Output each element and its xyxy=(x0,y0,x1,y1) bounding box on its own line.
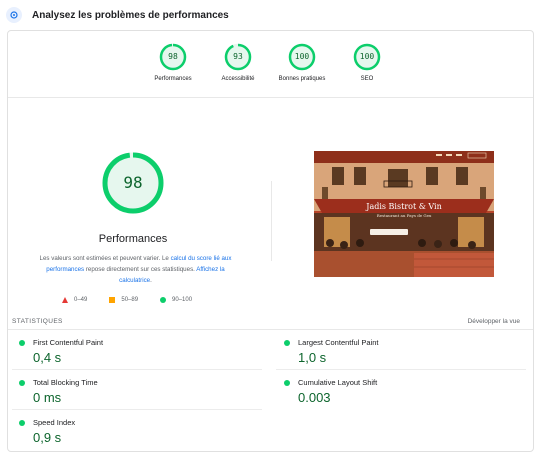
section-title: Analysez les problèmes de performances xyxy=(32,9,229,21)
pass-dot-icon xyxy=(284,380,290,386)
vertical-divider xyxy=(271,181,272,261)
divider xyxy=(8,329,533,330)
legend-pass: 90–100 xyxy=(160,297,192,303)
metric-value: 0 ms xyxy=(33,390,62,405)
report-card: 98 Performances 93 Accessibilité 100 Bon… xyxy=(7,30,534,452)
expand-view-button[interactable]: Développer la vue xyxy=(468,318,520,325)
metric-lcp: Largest Contentful Paint 1,0 s xyxy=(284,337,524,367)
metric-label: First Contentful Paint xyxy=(33,338,104,347)
metric-label: Total Blocking Time xyxy=(33,378,98,387)
metric-fcp: First Contentful Paint 0,4 s xyxy=(19,337,259,367)
main-score-value: 98 xyxy=(123,173,143,192)
metric-value: 0,4 s xyxy=(33,350,62,365)
desc-text: . xyxy=(150,277,152,284)
triangle-icon xyxy=(62,297,68,303)
pass-dot-icon xyxy=(19,380,25,386)
score-legend: 0–49 50–89 90–100 xyxy=(62,295,214,305)
divider xyxy=(8,97,533,98)
gauge-label: Bonnes pratiques xyxy=(278,76,326,82)
gauge-seo[interactable]: 100 SEO xyxy=(327,43,407,82)
divider xyxy=(276,369,526,370)
legend-label: 90–100 xyxy=(172,297,193,303)
metric-speed-index: Speed Index 0,9 s xyxy=(19,417,259,447)
divider xyxy=(12,409,262,410)
metric-cls: Cumulative Layout Shift 0.003 xyxy=(284,377,524,407)
circle-icon xyxy=(160,297,167,303)
main-score-label: Performances xyxy=(98,233,168,245)
metric-tbt: Total Blocking Time 0 ms xyxy=(19,377,259,407)
metric-value: 1,0 s xyxy=(298,350,327,365)
category-gauges: 98 Performances 93 Accessibilité 100 Bon… xyxy=(8,43,533,93)
stats-title: STATISTIQUES xyxy=(12,318,63,325)
metric-label: Cumulative Layout Shift xyxy=(298,378,378,387)
gauge-label: SEO xyxy=(360,76,374,82)
legend-average: 50–89 xyxy=(109,297,138,303)
legend-fail: 0–49 xyxy=(62,297,87,303)
section-header: Analysez les problèmes de performances xyxy=(0,0,540,30)
desc-text: Les valeurs sont estimées et peuvent var… xyxy=(39,255,171,262)
legend-label: 0–49 xyxy=(74,297,88,303)
metric-label: Speed Index xyxy=(33,418,76,427)
gauge-label: Performances xyxy=(154,76,192,82)
gauge-label: Accessibilité xyxy=(221,76,255,82)
page-screenshot[interactable]: Jadis Bistrot & Vin Restaurant au Pays d… xyxy=(314,151,494,277)
legend-label: 50–89 xyxy=(121,297,139,303)
site-title: Jadis Bistrot & Vin xyxy=(366,202,442,211)
site-subtitle: Restaurant au Pays de Gex xyxy=(376,213,432,218)
pass-dot-icon xyxy=(19,420,25,426)
metric-value: 0,9 s xyxy=(33,430,62,445)
gauge-value: 100 xyxy=(359,52,375,61)
lighthouse-icon xyxy=(6,7,22,23)
metric-label: Largest Contentful Paint xyxy=(298,338,379,347)
score-description: Les valeurs sont estimées et peuvent var… xyxy=(33,253,238,286)
pass-dot-icon xyxy=(19,340,25,346)
metric-value: 0.003 xyxy=(298,390,331,405)
pass-dot-icon xyxy=(284,340,290,346)
desc-text: repose directement sur ces statistiques. xyxy=(84,266,197,273)
divider xyxy=(12,369,262,370)
square-icon xyxy=(109,297,116,303)
